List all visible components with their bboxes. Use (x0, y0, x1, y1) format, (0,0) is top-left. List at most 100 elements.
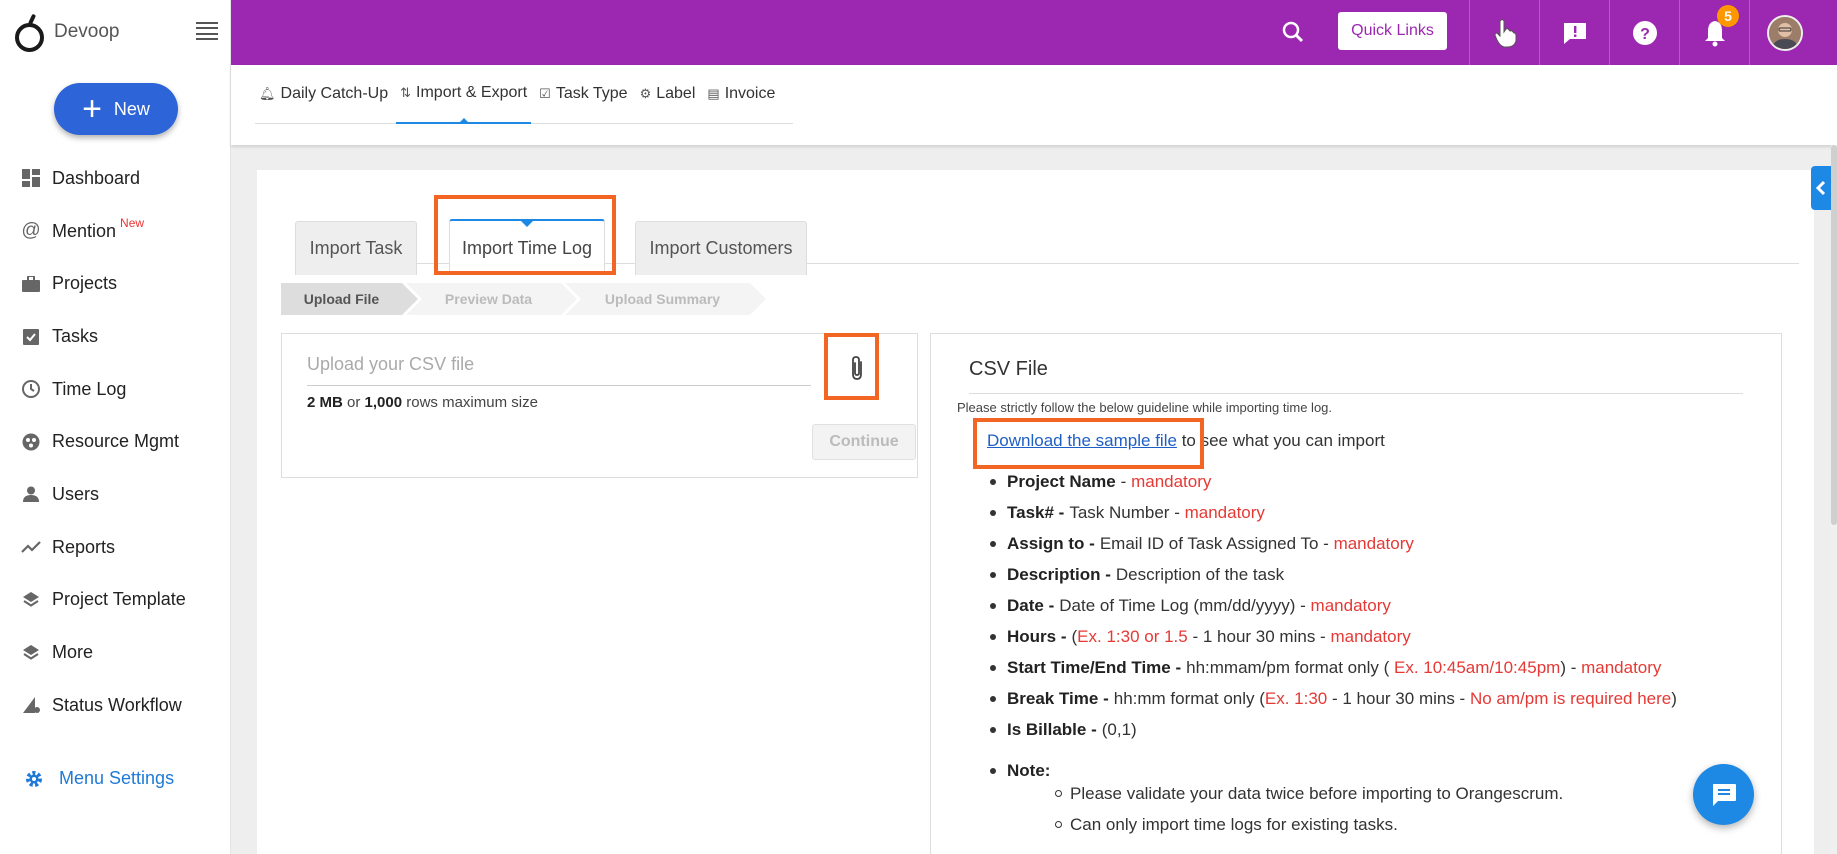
field-mandatory: mandatory (1330, 626, 1411, 646)
field-desc: Task Number - (1069, 502, 1180, 522)
step-label: Upload Summary (604, 291, 721, 307)
quick-links-button[interactable]: Quick Links (1338, 12, 1447, 50)
sidebar-item-label: Users (52, 483, 100, 504)
sidebar-item-mention[interactable]: @ Mention New (0, 205, 230, 258)
field-mandatory: mandatory (1131, 471, 1212, 491)
brand-name: Devoop (54, 21, 120, 42)
tab-label: Invoice (724, 85, 776, 102)
chevron-left-icon[interactable] (1811, 166, 1831, 210)
rows-suffix: rows maximum size (406, 394, 538, 411)
notification-bell-icon[interactable]: 5 (1679, 0, 1749, 65)
step-label: Preview Data (444, 291, 533, 307)
step-preview-data: Preview Data (406, 283, 577, 315)
field-sep: - (1120, 471, 1127, 491)
sidebar-item-label: Tasks (52, 325, 99, 346)
sidebar-item-dashboard[interactable]: Dashboard (0, 152, 230, 205)
menu-settings-link[interactable]: Menu Settings (24, 768, 174, 789)
list-item: Assign to - Email ID of Task Assigned To… (987, 528, 1767, 559)
at-icon: @ (21, 220, 41, 242)
tab-task-type[interactable]: ☑ Task Type (535, 65, 631, 124)
feedback-icon[interactable] (1539, 0, 1609, 65)
tab-import-time-log[interactable]: Import Time Log (449, 219, 605, 275)
plus-icon: + (82, 90, 102, 128)
search-icon[interactable] (1281, 20, 1305, 44)
continue-button[interactable]: Continue (812, 424, 916, 460)
sidebar: Devoop + New Dashboard @ Mention New Pro… (0, 0, 231, 854)
brand-logo (14, 13, 46, 52)
help-icon[interactable]: ? (1609, 0, 1679, 65)
max-size: 2 MB (307, 394, 343, 411)
download-sample-link[interactable]: Download the sample file (987, 431, 1177, 450)
scrollbar-thumb[interactable] (1831, 145, 1837, 525)
new-button[interactable]: + New (54, 83, 178, 135)
sidebar-item-more[interactable]: More (0, 626, 230, 679)
note-label: Note: (1007, 760, 1051, 780)
tab-label: Import & Export (416, 84, 528, 101)
tab-daily-catch-up[interactable]: 🔔︎ Daily Catch-Up (255, 65, 392, 124)
upload-panel: 2 MB or 1,000 rows maximum size Continue (281, 333, 918, 478)
field-desc: hh:mm format only ( (1113, 688, 1265, 708)
field-desc: Email ID of Task Assigned To - (1099, 533, 1329, 553)
sidebar-item-label: Dashboard (52, 167, 141, 188)
field-desc: ) - (1560, 657, 1577, 677)
hand-pointer-icon[interactable] (1469, 0, 1539, 65)
tab-label: Label (656, 85, 696, 102)
field-name: Task# - (1007, 502, 1065, 522)
sidebar-item-label: Mention (52, 220, 117, 241)
tab-label: Task Type (555, 85, 628, 102)
sidebar-item-label: Time Log (52, 378, 127, 399)
user-avatar[interactable] (1749, 0, 1819, 65)
csv-download-line: Download the sample file to see what you… (987, 431, 1385, 451)
sidebar-item-tasks[interactable]: Tasks (0, 310, 230, 363)
new-button-label: New (113, 98, 150, 119)
list-item: Break Time - hh:mm format only (Ex. 1:30… (987, 683, 1767, 714)
or-text: or (347, 394, 361, 411)
csv-field-list: Project Name - mandatory Task# - Task Nu… (987, 466, 1767, 786)
clock-icon (21, 379, 41, 399)
step-upload-summary: Upload Summary (565, 283, 766, 315)
field-mandatory: mandatory (1333, 533, 1414, 553)
field-name: Date - (1007, 595, 1055, 615)
field-example: Ex. 1:30 or 1.5 (1077, 626, 1188, 646)
sidebar-item-reports[interactable]: Reports (0, 521, 230, 574)
csv-file-input[interactable] (307, 344, 811, 386)
field-desc: ) (1671, 688, 1677, 708)
field-example: Ex. 1:30 (1264, 688, 1328, 708)
chat-button[interactable] (1693, 764, 1754, 825)
avatar (1766, 14, 1803, 51)
tab-import-task[interactable]: Import Task (295, 221, 417, 275)
tab-import-export[interactable]: ⇅ Import & Export (396, 65, 532, 124)
field-name: Is Billable - (1007, 719, 1097, 739)
notes-list: Please validate your data twice before i… (1055, 778, 1563, 840)
sidebar-item-status-workflow[interactable]: Status Workflow (0, 679, 230, 732)
tab-import-customers[interactable]: Import Customers (635, 221, 807, 275)
invoice-icon: ▤ (707, 86, 720, 101)
sidebar-item-resource-mgmt[interactable]: Resource Mgmt (0, 415, 230, 468)
paperclip-icon[interactable] (837, 348, 877, 388)
trend-icon (21, 537, 41, 557)
field-example: Ex. 10:45am/10:45pm (1393, 657, 1561, 677)
tab-label-settings[interactable]: ⚙ Label (636, 65, 700, 124)
sidebar-item-label: Status Workflow (52, 694, 182, 715)
field-desc: (0,1) (1101, 719, 1137, 739)
gear-icon (24, 769, 44, 789)
field-desc: - 1 hour 30 mins - (1192, 626, 1326, 646)
field-mandatory: mandatory (1184, 502, 1265, 522)
sidebar-item-users[interactable]: Users (0, 468, 230, 521)
import-card: Import Task Import Time Log Import Custo… (257, 170, 1814, 854)
list-item: Hours - (Ex. 1:30 or 1.5 - 1 hour 30 min… (987, 621, 1767, 652)
list-item: Date - Date of Time Log (mm/dd/yyyy) - m… (987, 590, 1767, 621)
max-rows: 1,000 (364, 394, 403, 411)
list-item: Can only import time logs for existing t… (1055, 809, 1563, 840)
sidebar-item-time-log[interactable]: Time Log (0, 363, 230, 416)
layers-icon (21, 643, 41, 663)
sidebar-item-projects[interactable]: Projects (0, 257, 230, 310)
field-name: Break Time - (1007, 688, 1109, 708)
list-item: Please validate your data twice before i… (1055, 778, 1563, 809)
field-name: Hours - (1007, 626, 1067, 646)
sidebar-item-project-template[interactable]: Project Template (0, 574, 230, 627)
hamburger-menu-icon[interactable] (196, 22, 218, 40)
resource-icon (21, 432, 41, 452)
sidebar-item-label: Projects (52, 273, 118, 294)
tab-invoice[interactable]: ▤ Invoice (703, 65, 779, 124)
